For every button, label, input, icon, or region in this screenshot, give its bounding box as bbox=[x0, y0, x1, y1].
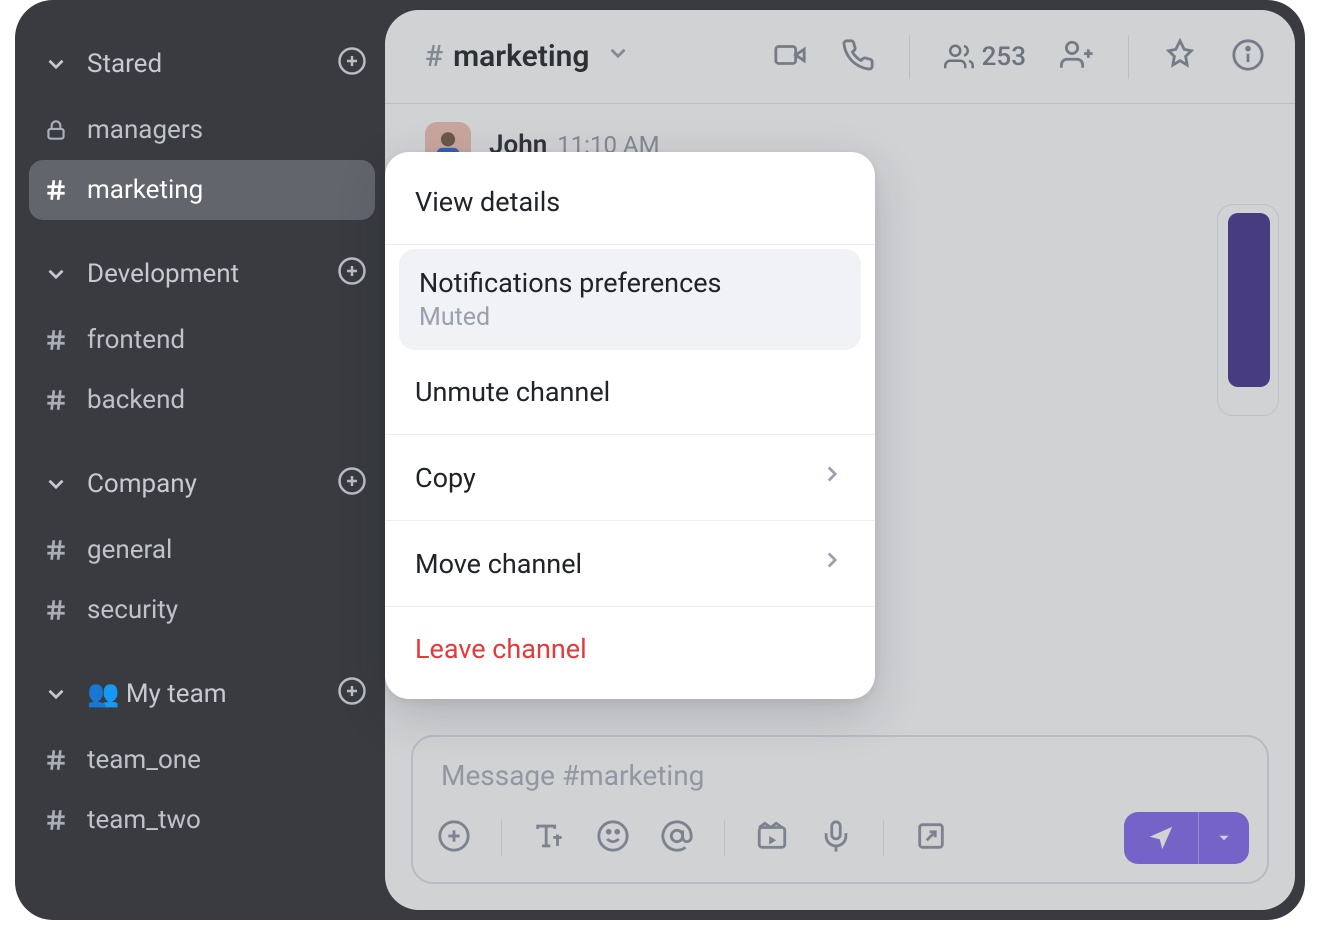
sidebar-item-managers[interactable]: managers bbox=[15, 100, 385, 160]
sidebar-group-label: 👥 My team bbox=[87, 679, 337, 709]
hash-icon: # bbox=[425, 39, 443, 74]
lock-icon bbox=[43, 117, 87, 143]
add-channel-icon[interactable] bbox=[337, 46, 367, 83]
channel-name: marketing bbox=[453, 39, 589, 74]
member-count[interactable]: 253 bbox=[944, 42, 1026, 72]
menu-unmute-channel[interactable]: Unmute channel bbox=[385, 354, 875, 430]
microphone-icon[interactable] bbox=[819, 819, 853, 857]
app-frame: Stared managers marketing Development bbox=[15, 0, 1305, 920]
channel-title-button[interactable]: # marketing bbox=[425, 39, 631, 74]
channel-context-menu: View details Notifications preferences M… bbox=[385, 152, 875, 699]
chevron-down-icon bbox=[43, 261, 87, 287]
sidebar-item-frontend[interactable]: frontend bbox=[15, 310, 385, 370]
sidebar-item-label: team_two bbox=[87, 805, 201, 835]
chevron-right-icon bbox=[819, 547, 845, 580]
add-member-icon[interactable] bbox=[1060, 38, 1094, 76]
sidebar-group-company[interactable]: Company bbox=[15, 448, 385, 520]
sidebar-group-label: Company bbox=[87, 469, 337, 499]
sidebar-item-label: team_one bbox=[87, 745, 201, 775]
menu-move-channel[interactable]: Move channel bbox=[385, 525, 875, 602]
sidebar-item-security[interactable]: security bbox=[15, 580, 385, 640]
add-channel-icon[interactable] bbox=[337, 466, 367, 503]
hash-icon bbox=[43, 177, 87, 203]
send-button[interactable] bbox=[1124, 812, 1249, 864]
menu-item-label: Leave channel bbox=[415, 633, 587, 665]
menu-notification-preferences[interactable]: Notifications preferences Muted bbox=[399, 249, 861, 350]
sidebar-group-development[interactable]: Development bbox=[15, 238, 385, 310]
hash-icon bbox=[43, 327, 87, 353]
phone-call-icon[interactable] bbox=[841, 38, 875, 76]
member-count-value: 253 bbox=[982, 42, 1026, 72]
menu-item-label: Notifications preferences bbox=[419, 267, 841, 299]
channel-header: # marketing 253 bbox=[385, 10, 1295, 104]
sidebar-item-team-two[interactable]: team_two bbox=[15, 790, 385, 850]
menu-copy[interactable]: Copy bbox=[385, 439, 875, 516]
hash-icon bbox=[43, 747, 87, 773]
expand-icon[interactable] bbox=[914, 819, 948, 857]
sidebar-item-marketing[interactable]: marketing bbox=[29, 160, 375, 220]
message-composer: Message #marketing bbox=[411, 735, 1269, 884]
menu-item-subtitle: Muted bbox=[419, 303, 841, 332]
chevron-right-icon bbox=[819, 461, 845, 494]
attach-icon[interactable] bbox=[437, 819, 471, 857]
video-call-icon[interactable] bbox=[773, 38, 807, 76]
menu-item-label: Unmute channel bbox=[415, 376, 610, 408]
hash-icon bbox=[43, 387, 87, 413]
send-options-icon[interactable] bbox=[1199, 829, 1249, 847]
sidebar-item-label: general bbox=[87, 535, 172, 565]
mention-icon[interactable] bbox=[660, 819, 694, 857]
sidebar-item-label: managers bbox=[87, 115, 203, 145]
sidebar-group-stared[interactable]: Stared bbox=[15, 28, 385, 100]
menu-view-details[interactable]: View details bbox=[385, 164, 875, 240]
send-icon[interactable] bbox=[1124, 823, 1198, 853]
chevron-down-icon bbox=[43, 681, 87, 707]
menu-item-label: View details bbox=[415, 186, 560, 218]
info-icon[interactable] bbox=[1231, 38, 1265, 76]
sidebar: Stared managers marketing Development bbox=[15, 0, 385, 920]
sidebar-item-label: frontend bbox=[87, 325, 185, 355]
add-channel-icon[interactable] bbox=[337, 676, 367, 713]
sidebar-item-general[interactable]: general bbox=[15, 520, 385, 580]
sidebar-item-backend[interactable]: backend bbox=[15, 370, 385, 430]
hash-icon bbox=[43, 807, 87, 833]
sidebar-item-team-one[interactable]: team_one bbox=[15, 730, 385, 790]
hash-icon bbox=[43, 537, 87, 563]
emoji-icon[interactable] bbox=[596, 819, 630, 857]
chevron-down-icon bbox=[605, 39, 631, 74]
sidebar-item-label: marketing bbox=[87, 175, 203, 205]
chevron-down-icon bbox=[43, 471, 87, 497]
sidebar-group-my-team[interactable]: 👥 My team bbox=[15, 658, 385, 730]
composer-input[interactable]: Message #marketing bbox=[413, 737, 1267, 802]
format-text-icon[interactable] bbox=[532, 819, 566, 857]
video-clip-icon[interactable] bbox=[755, 819, 789, 857]
sidebar-item-label: security bbox=[87, 595, 178, 625]
hash-icon bbox=[43, 597, 87, 623]
menu-leave-channel[interactable]: Leave channel bbox=[385, 611, 875, 687]
pin-icon[interactable] bbox=[1163, 38, 1197, 76]
chevron-down-icon bbox=[43, 51, 87, 77]
attachment-preview[interactable] bbox=[1217, 204, 1279, 416]
sidebar-item-label: backend bbox=[87, 385, 185, 415]
sidebar-group-label: Development bbox=[87, 259, 337, 289]
composer-toolbar bbox=[413, 802, 1267, 882]
add-channel-icon[interactable] bbox=[337, 256, 367, 293]
menu-item-label: Move channel bbox=[415, 548, 582, 580]
sidebar-group-label: Stared bbox=[87, 49, 337, 79]
menu-item-label: Copy bbox=[415, 462, 476, 494]
